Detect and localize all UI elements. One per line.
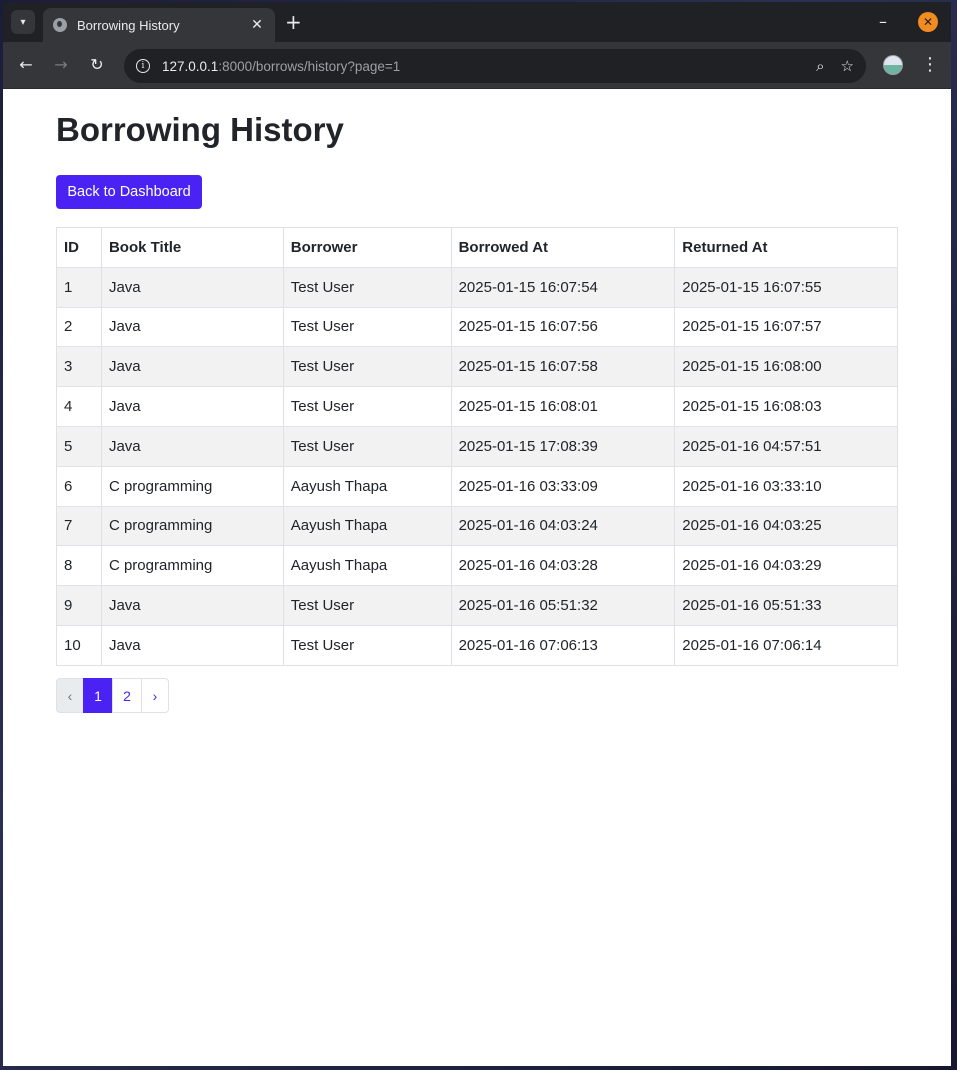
cell-id: 3 xyxy=(56,346,102,388)
pagination-next-button[interactable]: › xyxy=(141,678,169,713)
cell-id: 5 xyxy=(56,425,102,467)
cell-book-title: Java xyxy=(100,346,284,388)
cell-borrower: Aayush Thapa xyxy=(282,465,452,507)
cell-returned-at: 2025-01-15 16:07:55 xyxy=(674,266,898,308)
cell-borrowed-at: 2025-01-16 04:03:24 xyxy=(450,505,676,547)
cell-book-title: Java xyxy=(100,585,284,626)
table-row: 3 Java Test User 2025-01-15 16:07:58 202… xyxy=(56,346,898,388)
table-row: 10 Java Test User 2025-01-16 07:06:13 20… xyxy=(56,624,898,666)
minimize-icon[interactable]: – xyxy=(879,12,887,31)
url-host: 127.0.0.1 xyxy=(162,58,219,74)
page-title: Borrowing History xyxy=(56,111,344,148)
profile-avatar[interactable] xyxy=(883,55,903,75)
zoom-icon[interactable]: ⌕ xyxy=(816,57,824,75)
cell-returned-at: 2025-01-16 04:57:51 xyxy=(674,425,898,467)
pagination-page-1[interactable]: 1 xyxy=(83,678,113,713)
cell-id: 4 xyxy=(56,386,102,427)
window-close-icon[interactable]: ✕ xyxy=(918,12,938,32)
tab-title: Borrowing History xyxy=(77,17,180,33)
cell-returned-at: 2025-01-15 16:08:00 xyxy=(674,346,898,388)
table-row: 1 Java Test User 2025-01-15 16:07:54 202… xyxy=(56,266,898,308)
header-book-title: Book Title xyxy=(100,227,284,268)
cell-book-title: Java xyxy=(100,266,284,308)
table-row: 6 C programming Aayush Thapa 2025-01-16 … xyxy=(56,465,898,507)
cell-returned-at: 2025-01-16 04:03:29 xyxy=(674,545,898,587)
cell-returned-at: 2025-01-16 04:03:25 xyxy=(674,505,898,547)
browser-tab[interactable]: Borrowing History ✕ xyxy=(43,8,275,42)
cell-book-title: C programming xyxy=(100,505,284,547)
pagination: ‹ 1 2 › xyxy=(56,678,169,713)
back-arrow-icon[interactable]: ← xyxy=(16,55,36,74)
header-borrower: Borrower xyxy=(282,227,452,268)
cell-returned-at: 2025-01-16 05:51:33 xyxy=(674,585,898,626)
site-info-icon[interactable]: i xyxy=(136,59,150,73)
header-id: ID xyxy=(56,227,102,268)
cell-returned-at: 2025-01-15 16:07:57 xyxy=(674,306,898,348)
cell-returned-at: 2025-01-16 07:06:14 xyxy=(674,624,898,666)
reload-icon[interactable]: ↻ xyxy=(87,55,107,74)
cell-id: 6 xyxy=(56,465,102,507)
cell-borrower: Test User xyxy=(282,585,452,626)
forward-arrow-icon[interactable]: → xyxy=(51,55,71,74)
cell-book-title: C programming xyxy=(100,465,284,507)
cell-returned-at: 2025-01-15 16:08:03 xyxy=(674,386,898,427)
table-row: 4 Java Test User 2025-01-15 16:08:01 202… xyxy=(56,386,898,427)
cell-borrower: Test User xyxy=(282,624,452,666)
cell-borrower: Test User xyxy=(282,425,452,467)
browser-window: ▾ Borrowing History ✕ + – ✕ ← → ↻ i 127.… xyxy=(3,2,951,1066)
cell-book-title: Java xyxy=(100,306,284,348)
cell-borrower: Test User xyxy=(282,306,452,348)
table-header-row: ID Book Title Borrower Borrowed At Retur… xyxy=(56,227,898,268)
cell-borrower: Aayush Thapa xyxy=(282,545,452,587)
cell-book-title: Java xyxy=(100,624,284,666)
address-bar[interactable]: i 127.0.0.1:8000/borrows/history?page=1 … xyxy=(124,49,866,83)
header-returned-at: Returned At xyxy=(674,227,898,268)
tab-strip: ▾ Borrowing History ✕ + – ✕ xyxy=(3,2,951,42)
browser-toolbar: ← → ↻ i 127.0.0.1:8000/borrows/history?p… xyxy=(3,42,951,89)
cell-id: 2 xyxy=(56,306,102,348)
menu-dots-icon[interactable]: ⋮ xyxy=(921,54,939,75)
cell-book-title: C programming xyxy=(100,545,284,587)
url-path: :8000/borrows/history?page=1 xyxy=(218,58,401,74)
cell-borrowed-at: 2025-01-16 03:33:09 xyxy=(450,465,676,507)
pagination-page-2[interactable]: 2 xyxy=(112,678,142,713)
table-row: 8 C programming Aayush Thapa 2025-01-16 … xyxy=(56,545,898,587)
cell-borrowed-at: 2025-01-16 07:06:13 xyxy=(450,624,676,666)
tab-search-chevron-icon[interactable]: ▾ xyxy=(11,10,35,34)
borrowing-history-table: ID Book Title Borrower Borrowed At Retur… xyxy=(56,227,898,666)
cell-id: 9 xyxy=(56,585,102,626)
cell-borrowed-at: 2025-01-15 16:07:58 xyxy=(450,346,676,388)
table-row: 7 C programming Aayush Thapa 2025-01-16 … xyxy=(56,505,898,547)
cell-book-title: Java xyxy=(100,386,284,427)
cell-borrowed-at: 2025-01-16 05:51:32 xyxy=(450,585,676,626)
table-row: 9 Java Test User 2025-01-16 05:51:32 202… xyxy=(56,585,898,626)
new-tab-plus-icon[interactable]: + xyxy=(285,11,302,33)
cell-id: 10 xyxy=(56,624,102,666)
cell-id: 1 xyxy=(56,266,102,308)
cell-borrower: Test User xyxy=(282,386,452,427)
cell-borrowed-at: 2025-01-16 04:03:28 xyxy=(450,545,676,587)
table-row: 2 Java Test User 2025-01-15 16:07:56 202… xyxy=(56,306,898,348)
cell-borrowed-at: 2025-01-15 16:07:56 xyxy=(450,306,676,348)
url-text[interactable]: 127.0.0.1:8000/borrows/history?page=1 xyxy=(162,59,800,74)
cell-id: 7 xyxy=(56,505,102,547)
back-to-dashboard-button[interactable]: Back to Dashboard xyxy=(56,175,202,209)
cell-returned-at: 2025-01-16 03:33:10 xyxy=(674,465,898,507)
cell-borrower: Aayush Thapa xyxy=(282,505,452,547)
cell-id: 8 xyxy=(56,545,102,587)
cell-borrower: Test User xyxy=(282,346,452,388)
bookmark-star-icon[interactable]: ☆ xyxy=(841,57,854,75)
table-row: 5 Java Test User 2025-01-15 17:08:39 202… xyxy=(56,425,898,467)
cell-borrowed-at: 2025-01-15 16:07:54 xyxy=(450,266,676,308)
tab-close-icon[interactable]: ✕ xyxy=(249,17,265,33)
cell-book-title: Java xyxy=(100,425,284,467)
cell-borrowed-at: 2025-01-15 17:08:39 xyxy=(450,425,676,467)
cell-borrowed-at: 2025-01-15 16:08:01 xyxy=(450,386,676,427)
globe-icon xyxy=(53,18,67,32)
pagination-prev-button[interactable]: ‹ xyxy=(56,678,84,713)
cell-borrower: Test User xyxy=(282,266,452,308)
header-borrowed-at: Borrowed At xyxy=(450,227,676,268)
page-content: Borrowing History Back to Dashboard ID B… xyxy=(3,89,951,1066)
